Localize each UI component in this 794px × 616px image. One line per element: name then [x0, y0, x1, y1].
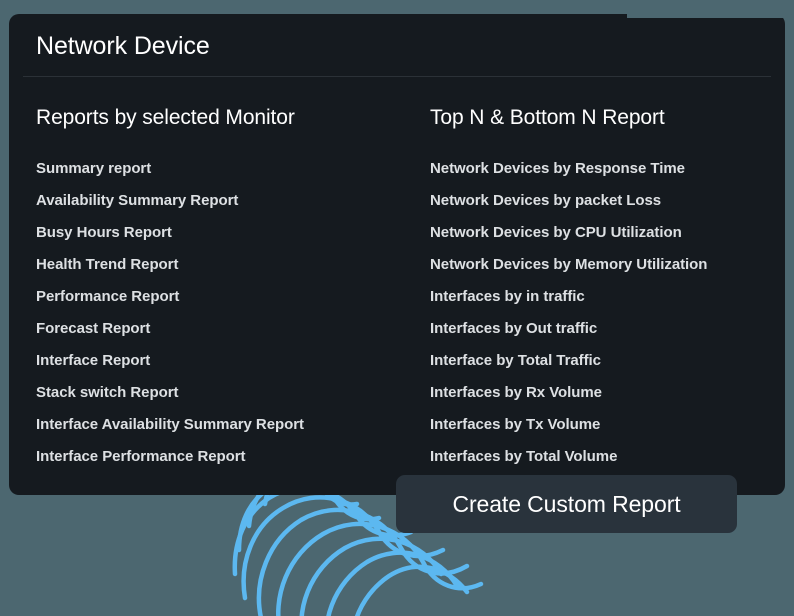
top-n-bottom-n-report-column: Top N & Bottom N Report Network Devices …: [406, 76, 785, 495]
report-list-left: Summary report Availability Summary Repo…: [36, 153, 406, 473]
list-item[interactable]: Network Devices by packet Loss: [430, 185, 785, 217]
list-item[interactable]: Interface by Total Traffic: [430, 345, 785, 377]
list-item[interactable]: Network Devices by Response Time: [430, 153, 785, 185]
list-item[interactable]: Forecast Report: [36, 313, 406, 345]
list-item[interactable]: Performance Report: [36, 281, 406, 313]
page-title: Network Device: [36, 32, 210, 60]
list-item[interactable]: Network Devices by Memory Utilization: [430, 249, 785, 281]
list-item[interactable]: Stack switch Report: [36, 377, 406, 409]
list-item[interactable]: Interface Availability Summary Report: [36, 409, 406, 441]
list-item[interactable]: Interfaces by Tx Volume: [430, 409, 785, 441]
report-list-right: Network Devices by Response Time Network…: [430, 153, 785, 473]
create-custom-report-button[interactable]: Create Custom Report: [396, 475, 737, 533]
column-title: Top N & Bottom N Report: [430, 106, 665, 129]
column-title: Reports by selected Monitor: [36, 106, 295, 129]
list-item[interactable]: Network Devices by CPU Utilization: [430, 217, 785, 249]
reports-by-selected-monitor-column: Reports by selected Monitor Summary repo…: [9, 76, 406, 495]
list-item[interactable]: Health Trend Report: [36, 249, 406, 281]
list-item[interactable]: Interfaces by Rx Volume: [430, 377, 785, 409]
report-columns: Reports by selected Monitor Summary repo…: [9, 76, 785, 495]
list-item[interactable]: Interfaces by Total Volume: [430, 441, 785, 473]
list-item[interactable]: Interface Report: [36, 345, 406, 377]
list-item[interactable]: Interfaces by Out traffic: [430, 313, 785, 345]
card-header: Network Device: [9, 17, 785, 76]
list-item[interactable]: Busy Hours Report: [36, 217, 406, 249]
network-device-report-card: Network Device Reports by selected Monit…: [9, 14, 794, 495]
screen: Network Device Reports by selected Monit…: [0, 0, 794, 616]
list-item[interactable]: Interfaces by in traffic: [430, 281, 785, 313]
list-item[interactable]: Availability Summary Report: [36, 185, 406, 217]
list-item[interactable]: Interface Performance Report: [36, 441, 406, 473]
list-item[interactable]: Summary report: [36, 153, 406, 185]
